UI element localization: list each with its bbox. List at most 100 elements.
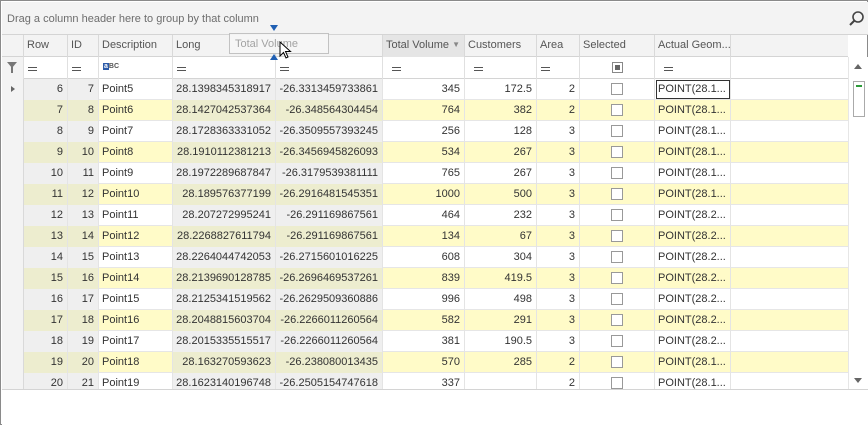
cell-sel[interactable] [580, 121, 655, 142]
cell-area[interactable]: 3 [537, 268, 580, 289]
cell-area[interactable]: 2 [537, 373, 580, 389]
cell-cust[interactable]: 291 [465, 310, 537, 331]
cell-lat[interactable]: -26.3456945826093 [276, 142, 383, 163]
selected-checkbox[interactable] [611, 209, 623, 221]
cell-long[interactable]: 28.189576377199 [173, 184, 276, 205]
selected-checkbox[interactable] [611, 167, 623, 179]
table-row[interactable]: 10 11 Point9 28.1972289687847 -26.3179539381… [2, 163, 848, 184]
header-customers[interactable]: Customers [465, 35, 537, 57]
cell-total[interactable]: 764 [383, 100, 465, 121]
cell-area[interactable]: 2 [537, 100, 580, 121]
cell-desc[interactable]: Point7 [99, 121, 173, 142]
cell-total[interactable]: 582 [383, 310, 465, 331]
cell-row[interactable]: 7 [24, 100, 68, 121]
row-indicator[interactable] [2, 121, 24, 142]
cell-cust[interactable]: 285 [465, 352, 537, 373]
cell-total[interactable]: 1000 [383, 184, 465, 205]
cell-id[interactable]: 12 [68, 184, 99, 205]
cell-sel[interactable] [580, 331, 655, 352]
cell-id[interactable]: 8 [68, 100, 99, 121]
cell-id[interactable]: 7 [68, 79, 99, 100]
selected-checkbox[interactable] [611, 146, 623, 158]
header-actual-geom[interactable]: Actual Geom... [655, 35, 731, 57]
cell-id[interactable]: 16 [68, 268, 99, 289]
header-selected[interactable]: Selected [580, 35, 655, 57]
table-row[interactable]: 17 18 Point16 28.2048815603704 -26.226601126… [2, 310, 848, 331]
selected-checkbox[interactable] [611, 251, 623, 263]
cell-cust[interactable] [465, 373, 537, 389]
cell-desc[interactable]: Point15 [99, 289, 173, 310]
cell-geom[interactable]: POINT(28.2... [655, 205, 731, 226]
header-id[interactable]: ID [68, 35, 99, 57]
vertical-scrollbar[interactable] [848, 57, 868, 389]
cell-cust[interactable]: 500 [465, 184, 537, 205]
cell-cust[interactable]: 172.5 [465, 79, 537, 100]
row-indicator[interactable] [2, 163, 24, 184]
cell-area[interactable]: 2 [537, 79, 580, 100]
cell-area[interactable]: 3 [537, 310, 580, 331]
cell-id[interactable]: 15 [68, 247, 99, 268]
cell-geom[interactable]: POINT(28.2... [655, 268, 731, 289]
cell-geom[interactable]: POINT(28.2... [655, 247, 731, 268]
cell-lat[interactable]: -26.238080013435 [276, 352, 383, 373]
row-indicator[interactable] [2, 331, 24, 352]
cell-row[interactable]: 18 [24, 331, 68, 352]
selected-checkbox[interactable] [611, 104, 623, 116]
cell-geom[interactable]: POINT(28.2... [655, 331, 731, 352]
row-indicator[interactable] [2, 79, 24, 100]
cell-desc[interactable]: Point18 [99, 352, 173, 373]
row-indicator[interactable] [2, 268, 24, 289]
cell-geom[interactable]: POINT(28.1... [655, 79, 731, 100]
cell-sel[interactable] [580, 268, 655, 289]
header-description[interactable]: Description [99, 35, 173, 57]
header-area[interactable]: Area [537, 35, 580, 57]
scroll-down-icon[interactable] [854, 378, 862, 383]
selected-checkbox[interactable] [611, 377, 623, 389]
cell-cust[interactable]: 267 [465, 163, 537, 184]
row-indicator[interactable] [2, 100, 24, 121]
selected-checkbox[interactable] [611, 230, 623, 242]
cell-total[interactable]: 256 [383, 121, 465, 142]
cell-desc[interactable]: Point8 [99, 142, 173, 163]
cell-long[interactable]: 28.2264044742053 [173, 247, 276, 268]
cell-desc[interactable]: Point12 [99, 226, 173, 247]
filter-cell-description[interactable]: aBC [99, 57, 173, 79]
cell-cust[interactable]: 419.5 [465, 268, 537, 289]
cell-area[interactable]: 3 [537, 184, 580, 205]
cell-sel[interactable] [580, 79, 655, 100]
selected-checkbox[interactable] [611, 125, 623, 137]
table-row[interactable]: 18 19 Point17 28.2015335515517 -26.226601126… [2, 331, 848, 352]
cell-total[interactable]: 381 [383, 331, 465, 352]
cell-desc[interactable]: Point5 [99, 79, 173, 100]
cell-geom[interactable]: POINT(28.2... [655, 226, 731, 247]
cell-area[interactable]: 3 [537, 247, 580, 268]
cell-desc[interactable]: Point17 [99, 331, 173, 352]
scroll-track[interactable] [853, 81, 865, 377]
selected-checkbox[interactable] [611, 335, 623, 347]
cell-area[interactable]: 3 [537, 289, 580, 310]
row-indicator[interactable] [2, 205, 24, 226]
cell-lat[interactable]: -26.291169867561 [276, 205, 383, 226]
cell-long[interactable]: 28.1728363331052 [173, 121, 276, 142]
cell-area[interactable]: 3 [537, 142, 580, 163]
table-row[interactable]: 6 7 Point5 28.1398345318917 -26.331345973386… [2, 79, 848, 100]
cell-total[interactable]: 534 [383, 142, 465, 163]
cell-sel[interactable] [580, 100, 655, 121]
cell-long[interactable]: 28.1910112381213 [173, 142, 276, 163]
cell-lat[interactable]: -26.2629509360886 [276, 289, 383, 310]
scroll-thumb[interactable] [853, 81, 865, 117]
cell-id[interactable]: 20 [68, 352, 99, 373]
cell-long[interactable]: 28.1972289687847 [173, 163, 276, 184]
selected-checkbox[interactable] [611, 293, 623, 305]
cell-id[interactable]: 10 [68, 142, 99, 163]
cell-desc[interactable]: Point9 [99, 163, 173, 184]
table-row[interactable]: 11 12 Point10 28.189576377199 -26.2916481545… [2, 184, 848, 205]
cell-total[interactable]: 464 [383, 205, 465, 226]
cell-lat[interactable]: -26.3509557393245 [276, 121, 383, 142]
header-row[interactable]: Row [24, 35, 68, 57]
cell-cust[interactable]: 232 [465, 205, 537, 226]
cell-long[interactable]: 28.163270593623 [173, 352, 276, 373]
cell-id[interactable]: 11 [68, 163, 99, 184]
cell-row[interactable]: 16 [24, 289, 68, 310]
cell-id[interactable]: 9 [68, 121, 99, 142]
